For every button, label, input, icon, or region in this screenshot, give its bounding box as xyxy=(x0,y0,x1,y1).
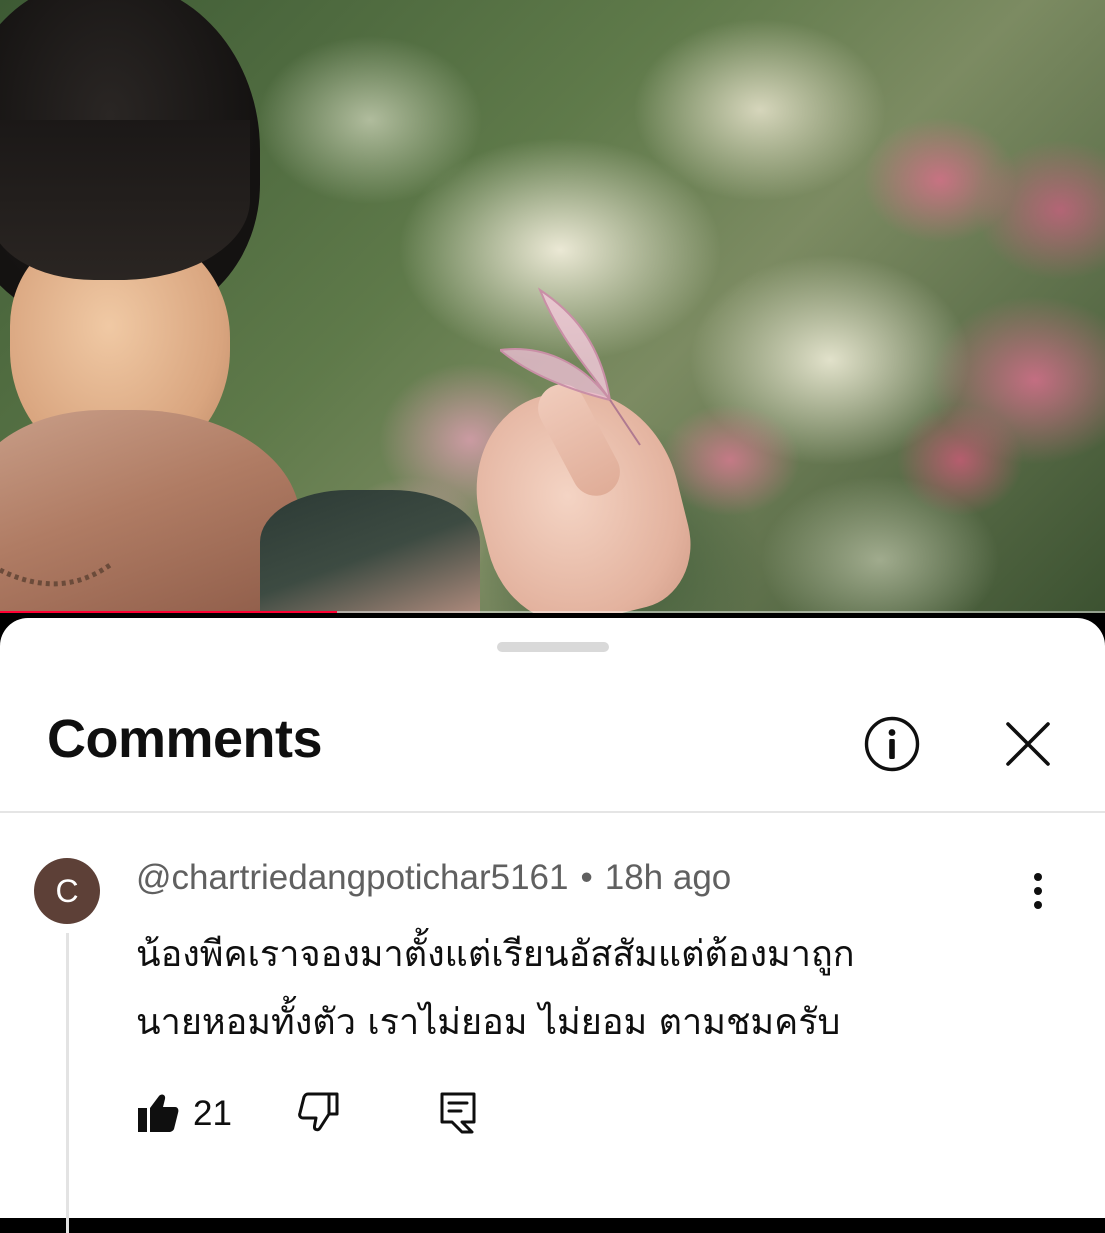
comments-title: Comments xyxy=(47,709,323,769)
reply-icon xyxy=(440,1092,476,1134)
more-options-button[interactable] xyxy=(1010,863,1066,919)
avatar-letter: C xyxy=(55,872,79,909)
video-progress-bar[interactable] xyxy=(0,611,1105,613)
comment-item: C @chartriedangpotichar5161 • 18h ago น้อง… xyxy=(0,813,1105,1233)
comment-timestamp: 18h ago xyxy=(604,858,732,897)
dislike-button[interactable] xyxy=(296,1088,340,1138)
info-button[interactable] xyxy=(860,712,924,776)
close-icon xyxy=(1006,722,1050,766)
thumbs-up-icon xyxy=(138,1094,179,1132)
comment-author[interactable]: @chartriedangpotichar5161 xyxy=(136,858,568,897)
like-button[interactable] xyxy=(136,1088,180,1138)
thread-line xyxy=(66,933,69,1233)
meta-separator: • xyxy=(580,858,593,897)
person-bangs xyxy=(0,120,250,280)
avatar[interactable]: C xyxy=(34,858,100,924)
comment-text-line-2: นายหอมทั้งตัว เราไม่ยอม ไม่ยอม ตามชมครับ xyxy=(136,1002,841,1043)
like-count: 21 xyxy=(193,1094,232,1133)
video-player[interactable] xyxy=(0,0,1105,613)
comment-meta: @chartriedangpotichar5161 • 18h ago xyxy=(136,858,731,898)
more-vertical-icon xyxy=(1034,873,1042,909)
necklace xyxy=(0,562,112,587)
comment-text-line-1: น้องพีคเราจองมาตั้งแต่เรียนอัสสัมแต่ต้อง… xyxy=(136,934,855,975)
thumbs-down-icon xyxy=(298,1092,339,1132)
comment-text: น้องพีคเราจองมาตั้งแต่เรียนอัสสัมแต่ต้อง… xyxy=(136,921,1036,1057)
person-shirt xyxy=(260,490,480,613)
close-button[interactable] xyxy=(996,712,1060,776)
reply-button[interactable] xyxy=(436,1088,480,1138)
comments-sheet: Comments C @chartriedangpotichar5161 • 18h… xyxy=(0,618,1105,1233)
info-icon xyxy=(864,716,920,772)
drag-handle[interactable] xyxy=(497,642,609,652)
butterfly-icon xyxy=(500,287,641,446)
video-progress-fill xyxy=(0,611,338,613)
